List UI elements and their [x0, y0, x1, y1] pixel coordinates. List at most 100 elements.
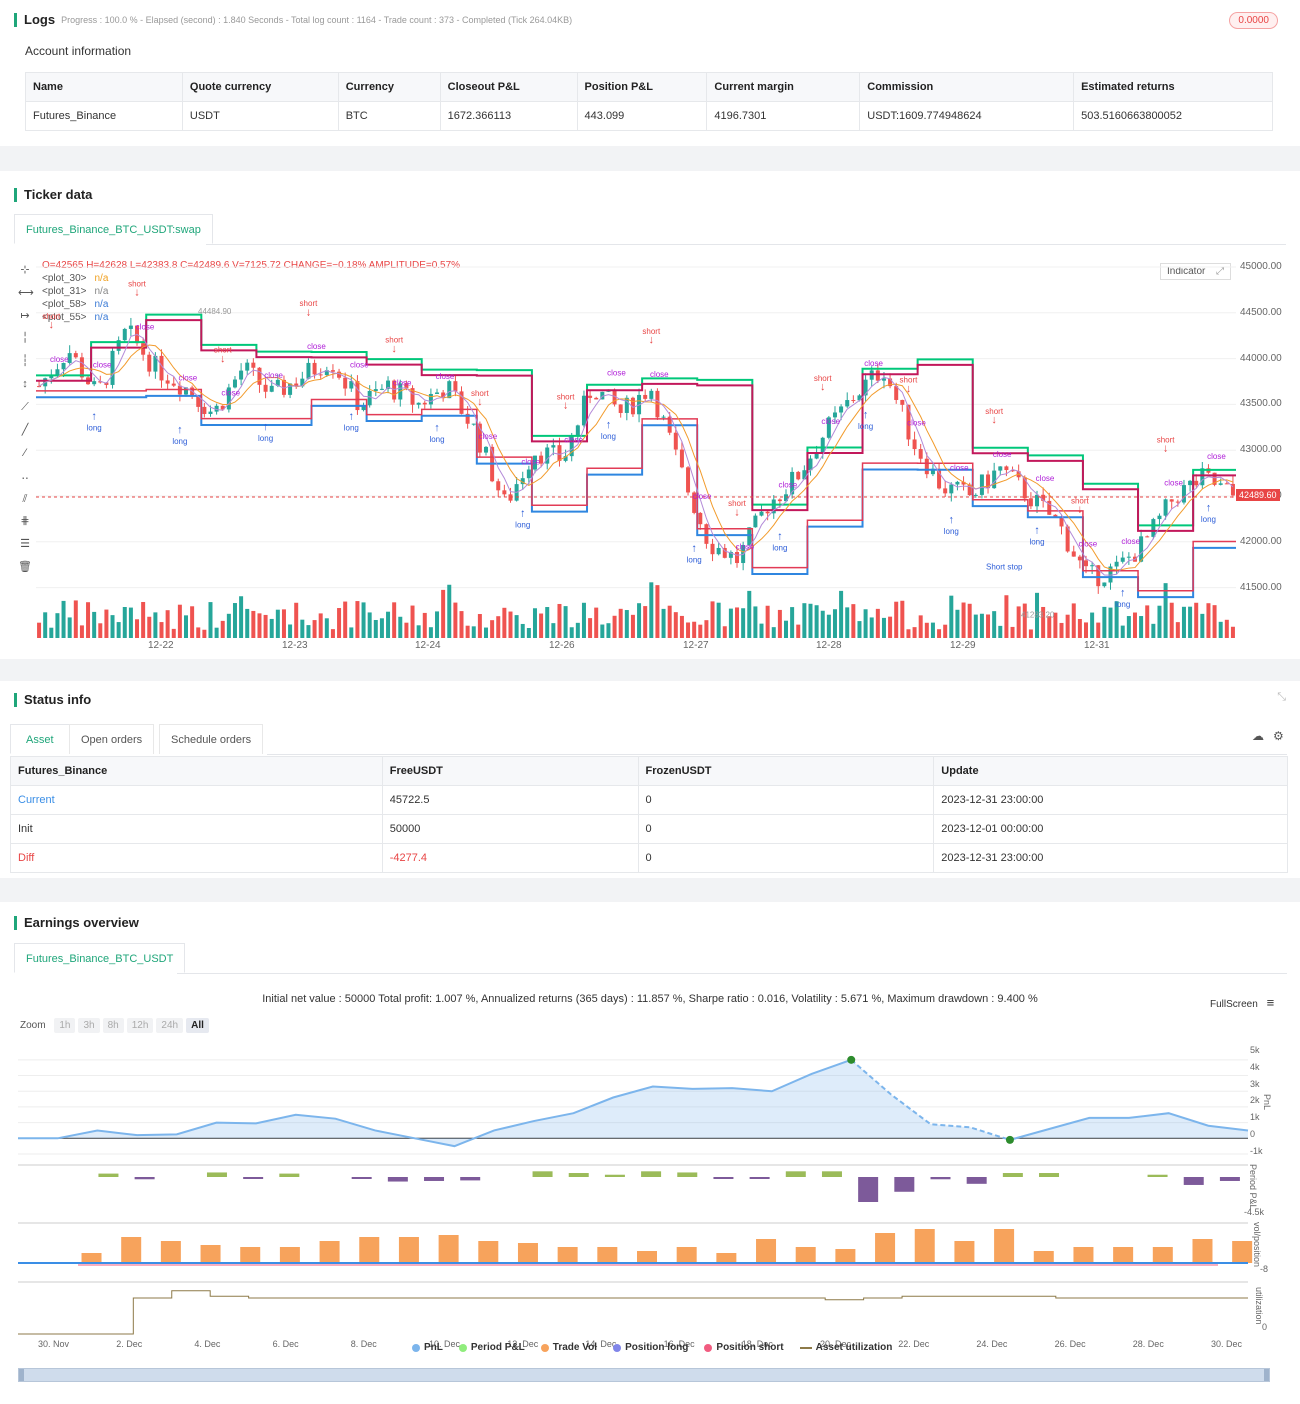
volume-bar — [37, 622, 42, 638]
volume-bar — [1120, 625, 1125, 638]
volume-bar — [73, 600, 78, 638]
update-time: 2023-12-01 00:00:00 — [933, 814, 1288, 844]
volume-bar — [808, 603, 813, 638]
date-tick: 28. Dec — [1132, 1339, 1164, 1349]
trade-vol-bar — [795, 1247, 816, 1263]
range-handle-right[interactable] — [1264, 1369, 1269, 1381]
ray-line-icon[interactable]: ↦ — [18, 309, 32, 323]
legend-label: Period P&L — [470, 1342, 525, 1353]
status-title: Status info — [14, 692, 91, 707]
zoom-option-12h[interactable]: 12h — [126, 1018, 154, 1033]
price-line-icon[interactable]: ‥ — [18, 469, 32, 483]
legend-dot-icon — [704, 1343, 713, 1352]
range-navigator[interactable] — [18, 1368, 1270, 1382]
zoom-option-24h[interactable]: 24h — [156, 1018, 184, 1033]
zoom-option-1h[interactable]: 1h — [54, 1018, 76, 1033]
volume-bar — [581, 602, 586, 638]
tab-schedule-orders[interactable]: Schedule orders — [159, 724, 264, 754]
segment-line-icon[interactable]: ╱ — [18, 423, 32, 437]
asset-table: Futures_Binance FreeUSDT FrozenUSDT Update … — [10, 756, 1288, 873]
legend-item[interactable]: Asset utilization — [799, 1342, 892, 1353]
close-marker-label: close — [93, 360, 112, 369]
trade-vol-bar — [835, 1249, 856, 1263]
account-col-header: Estimated returns — [1073, 72, 1273, 102]
fib-icon[interactable]: ⋕ — [18, 514, 32, 528]
long-arrow-icon: ↑ — [263, 421, 269, 433]
zoom-option-8h[interactable]: 8h — [102, 1018, 124, 1033]
trend-line-icon[interactable]: ⟋ — [18, 400, 32, 414]
volume-bar — [624, 610, 629, 638]
volume-bar — [845, 607, 850, 638]
short-arrow-icon: ↓ — [734, 506, 740, 518]
tab-asset[interactable]: Asset — [10, 724, 70, 754]
profit-badge[interactable]: 0.0000 — [1229, 12, 1278, 29]
volume-bar — [79, 625, 84, 638]
vertical-ray-icon[interactable]: ↕ — [18, 377, 32, 391]
line-icon[interactable]: ⁄ — [18, 446, 32, 460]
volume-bar — [465, 625, 470, 638]
volume-bar — [404, 622, 409, 638]
period-pnl-bar — [1002, 1173, 1023, 1177]
volume-bar — [906, 629, 911, 638]
volume-bar — [532, 608, 537, 638]
gear-icon[interactable]: ⚙ — [1273, 729, 1284, 743]
date-tick: 6. Dec — [272, 1339, 299, 1349]
account-cell: 443.099 — [576, 101, 708, 131]
long-arrow-icon: ↑ — [949, 514, 955, 526]
candle-body — [1071, 551, 1076, 557]
candlestick-chart[interactable]: short↓close↑longcloseshort↓close↑longclo… — [36, 255, 1236, 640]
vertical-segment-icon[interactable]: ┆ — [18, 354, 32, 368]
menu-icon[interactable]: ≡ — [1267, 995, 1275, 1010]
earnings-chart[interactable] — [18, 1037, 1270, 1337]
candle-body — [1114, 561, 1119, 567]
axis-title: vol/position — [1252, 1222, 1262, 1268]
cloud-download-icon[interactable]: ☁ — [1252, 729, 1264, 743]
horizontal-line-icon[interactable]: ⟷ — [18, 286, 34, 300]
high-price-label: 44484.90 — [198, 307, 232, 316]
trash-icon[interactable]: 🗑 — [18, 560, 32, 574]
volume-bar — [263, 614, 268, 638]
candle-body — [649, 390, 654, 399]
tab-ticker-symbol[interactable]: Futures_Binance_BTC_USDT:swap — [14, 214, 213, 244]
volume-bar — [386, 611, 391, 638]
crosshair-tool-icon[interactable]: ⊹ — [18, 263, 32, 277]
volume-bar — [86, 602, 91, 638]
tab-earnings-symbol[interactable]: Futures_Binance_BTC_USDT — [14, 943, 186, 973]
parallel-channel-icon[interactable]: ⫽ — [18, 492, 32, 506]
close-marker-label: close — [350, 360, 369, 369]
volume-bar — [1157, 605, 1162, 638]
close-marker-label: close — [221, 389, 240, 398]
collapse-icon[interactable]: ⤡ — [1277, 691, 1286, 704]
volume-bar — [337, 608, 342, 638]
candle-body — [1218, 483, 1223, 485]
free-usdt: 45722.5 — [381, 785, 639, 815]
date-tick: 12-22 — [148, 640, 174, 651]
fullscreen-button[interactable]: FullScreen ≡ — [1210, 995, 1274, 1010]
volume-bar — [1188, 606, 1193, 638]
zoom-option-All[interactable]: All — [186, 1018, 209, 1033]
price-range-icon[interactable]: ☰ — [18, 537, 32, 551]
vertical-line-icon[interactable]: ╎ — [18, 331, 32, 345]
candle-body — [1102, 582, 1107, 587]
trade-vol-bar — [756, 1239, 777, 1263]
legend-item[interactable]: Period P&L — [458, 1342, 525, 1353]
range-handle-left[interactable] — [19, 1369, 24, 1381]
candle-body — [661, 416, 666, 418]
tab-open-orders[interactable]: Open orders — [69, 724, 155, 754]
legend-item[interactable]: Position short — [704, 1342, 784, 1353]
candle-body — [979, 474, 984, 495]
account-cell: 1672.366113 — [439, 101, 578, 131]
legend-item[interactable]: PnL — [412, 1342, 443, 1353]
volume-bar — [563, 606, 568, 638]
period-pnl-bar — [98, 1173, 119, 1177]
long-marker-label: long — [944, 527, 959, 536]
legend-item[interactable]: Position long — [613, 1342, 688, 1353]
trade-vol-bar — [875, 1233, 896, 1263]
ticker-panel: Ticker data Futures_Binance_BTC_USDT:swa… — [0, 171, 1300, 659]
volume-bar — [875, 608, 880, 638]
close-marker-label: close — [993, 450, 1012, 459]
legend-item[interactable]: Trade Vol — [540, 1342, 597, 1353]
status-title-text: Status info — [24, 692, 92, 707]
legend-dot-icon — [540, 1343, 549, 1352]
zoom-option-3h[interactable]: 3h — [78, 1018, 100, 1033]
